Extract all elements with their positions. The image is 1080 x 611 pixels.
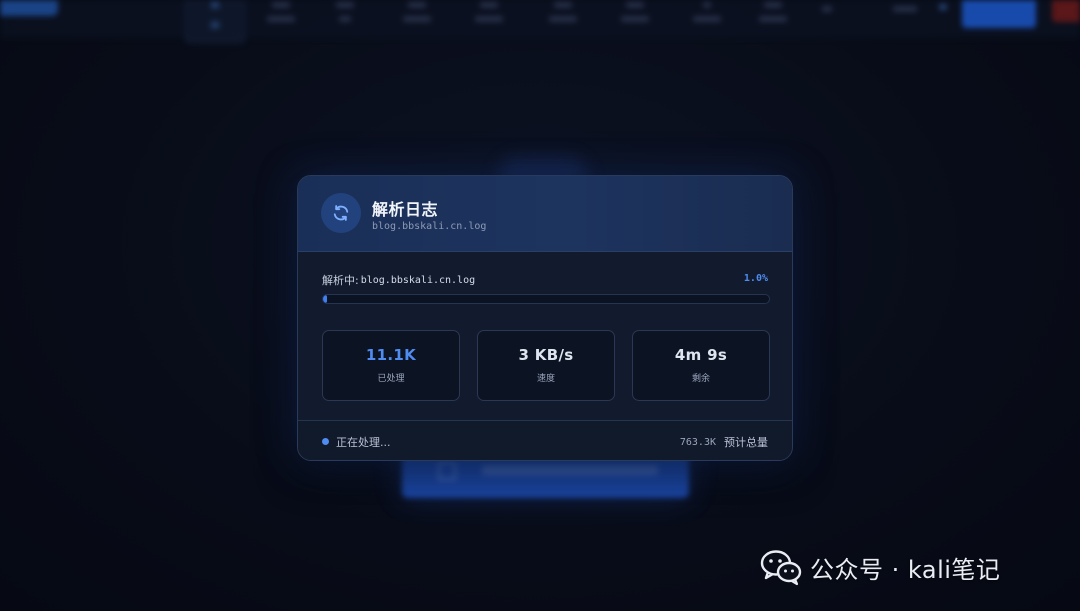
estimated-total: 763.3K 预计总量 (680, 434, 768, 450)
status-text: 正在处理... (336, 436, 391, 449)
watermark-text: 公众号 · kali笔记 (810, 555, 1001, 584)
background-column (474, 0, 504, 22)
progress-label-prefix: 解析中: (322, 274, 359, 287)
parse-log-dialog: 解析日志 blog.bbskali.cn.log 解析中: blog.bbska… (297, 175, 793, 461)
progress-bar-fill (323, 295, 328, 303)
refresh-icon (321, 193, 361, 233)
progress-percent: 1.0% (743, 273, 768, 284)
page: 解析日志 blog.bbskali.cn.log 解析中: blog.bbska… (0, 0, 1080, 611)
background-column (692, 0, 722, 22)
background-column (266, 0, 296, 22)
watermark: 公众号 · kali笔记 (760, 548, 1000, 586)
progress-file-name: blog.bbskali.cn.log (360, 274, 476, 286)
dialog-subtitle: blog.bbskali.cn.log (372, 221, 487, 232)
background-column (928, 0, 958, 18)
stat-card-processed: 11.1K 已处理 (322, 330, 460, 401)
stat-card-remaining: 4m 9s 剩余 (632, 330, 770, 401)
progress-label: 解析中: blog.bbskali.cn.log (322, 272, 475, 288)
progress-bar (322, 294, 770, 304)
stat-label: 已处理 (377, 374, 405, 384)
background-primary-button (962, 0, 1036, 28)
stats-row: 11.1K 已处理 3 KB/s 速度 4m 9s 剩余 (322, 330, 770, 401)
stat-value: 3 KB/s (518, 346, 574, 364)
dialog-footer: 正在处理... 763.3K 预计总量 (298, 420, 792, 460)
stat-card-speed: 3 KB/s 速度 (477, 330, 615, 401)
background-column (890, 0, 920, 20)
status-dot-icon (322, 438, 329, 445)
background-column (330, 0, 360, 22)
background-column (620, 0, 650, 22)
stat-value: 11.1K (365, 346, 417, 364)
stat-label: 剩余 (691, 374, 710, 384)
wechat-icon (760, 550, 802, 586)
background-column (758, 0, 788, 22)
background-logo (0, 0, 58, 16)
dialog-title: 解析日志 (372, 200, 439, 219)
background-column (402, 0, 432, 22)
background-column (548, 0, 578, 22)
background-danger-button (1052, 0, 1080, 22)
background-column (812, 0, 842, 20)
stat-label: 速度 (536, 374, 555, 384)
background-tab (184, 0, 246, 44)
total-value: 763.3K (679, 436, 716, 448)
total-label: 预计总量 (724, 436, 768, 449)
dialog-header: 解析日志 blog.bbskali.cn.log (298, 176, 792, 252)
stat-value: 4m 9s (674, 346, 728, 364)
